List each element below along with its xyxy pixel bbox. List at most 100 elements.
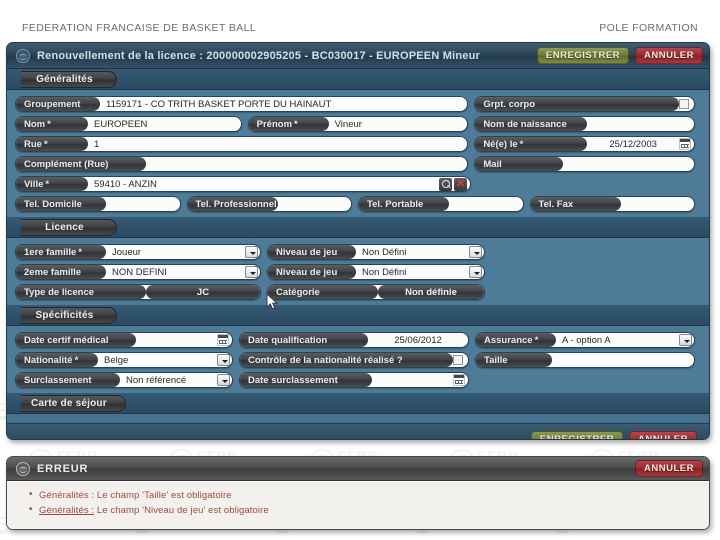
field-assurance[interactable]: Assurance * A - option A: [475, 332, 695, 348]
label-nationalite: Nationalité *: [16, 353, 98, 367]
field-famille2[interactable]: 2eme famille NON DEFINI: [15, 264, 261, 280]
calendar-icon[interactable]: [679, 138, 691, 150]
field-tel-fax[interactable]: Tel. Fax: [529, 196, 695, 212]
value-complement-rue[interactable]: [146, 157, 468, 171]
value-assurance[interactable]: A - option A: [556, 333, 679, 347]
value-famille2[interactable]: NON DEFINI: [106, 265, 245, 279]
row-complement-mail: Complément (Rue) Mail: [15, 156, 701, 172]
chevron-down-icon[interactable]: [679, 334, 692, 346]
checkbox-grpt-corpo[interactable]: [679, 99, 689, 109]
value-niveau-jeu1[interactable]: Non Défini: [356, 245, 469, 259]
row-surclassement: Surclassement Non référencé Date surclas…: [15, 372, 701, 388]
carte-sejour-empty-panel: [7, 414, 709, 423]
field-rue[interactable]: Rue * 1: [15, 136, 469, 152]
chevron-down-icon[interactable]: [217, 354, 230, 366]
section-header-generalites: Généralités: [7, 69, 709, 90]
chevron-down-icon[interactable]: [245, 266, 258, 278]
value-date-certif-medical[interactable]: [136, 333, 217, 347]
save-button-bottom[interactable]: ENREGISTRER: [530, 430, 624, 439]
field-nationalite[interactable]: Nationalité * Belge: [15, 352, 233, 368]
value-tel-fax[interactable]: [620, 197, 694, 211]
value-nom-naissance[interactable]: [587, 117, 694, 131]
field-controle-nationalite[interactable]: Contrôle de la nationalité réalisé ?: [239, 352, 469, 368]
error-message-list: Généralités : Le champ 'Taille' est obli…: [29, 489, 699, 516]
error-cancel-button[interactable]: ANNULER: [635, 460, 703, 477]
value-date-surclassement[interactable]: [372, 373, 453, 387]
field-niveau-jeu1[interactable]: Niveau de jeu Non Défini: [267, 244, 485, 260]
field-famille1[interactable]: 1ere famille * Joueur: [15, 244, 261, 260]
label-taille: Taille: [476, 353, 552, 367]
error-link[interactable]: Généralités :: [39, 490, 94, 501]
error-window-title: ERREUR: [37, 462, 89, 475]
value-surclassement[interactable]: Non référencé: [120, 373, 217, 387]
value-nationalite[interactable]: Belge: [98, 353, 217, 367]
error-window-titlebar: ERREUR ANNULER: [7, 457, 709, 481]
tab-carte-sejour[interactable]: Carte de séjour: [21, 394, 126, 412]
field-mail[interactable]: Mail: [474, 156, 695, 172]
field-complement-rue[interactable]: Complément (Rue): [15, 156, 469, 172]
value-rue[interactable]: 1: [88, 137, 468, 151]
field-prenom[interactable]: Prénom * Vineur: [247, 116, 469, 132]
value-tel-professionnel[interactable]: [277, 197, 351, 211]
field-type-licence: Type de licence JC: [15, 284, 261, 300]
value-prenom[interactable]: Vineur: [328, 117, 468, 131]
field-surclassement[interactable]: Surclassement Non référencé: [15, 372, 233, 388]
label-nom-naissance: Nom de naissance: [475, 117, 588, 131]
window-title: Renouvellement de la licence : 200000002…: [37, 49, 480, 62]
value-nom[interactable]: EUROPEEN: [88, 117, 241, 131]
chevron-down-icon[interactable]: [469, 246, 482, 258]
checkbox-controle-nationalite[interactable]: [453, 355, 463, 365]
label-grpt-corpo: Grpt. corpo: [475, 97, 679, 111]
value-taille[interactable]: [552, 353, 694, 367]
label-tel-professionnel: Tel. Professionnel: [187, 197, 278, 211]
value-mail[interactable]: [563, 157, 694, 171]
row-nom-prenom: Nom * EUROPEEN Prénom * Vineur Nom de nais…: [15, 116, 701, 132]
cancel-button-bottom[interactable]: ANNULER: [629, 430, 697, 439]
label-famille1: 1ere famille *: [16, 245, 106, 259]
field-taille[interactable]: Taille: [475, 352, 695, 368]
window-body: Généralités Groupement 1159171 - CO TRIT…: [7, 69, 709, 439]
field-date-certif-medical[interactable]: Date certif médical: [15, 332, 233, 348]
field-ville[interactable]: Ville * 59410 - ANZIN ✕: [15, 176, 471, 192]
field-nom-naissance[interactable]: Nom de naissance: [474, 116, 695, 132]
value-ne-le[interactable]: 25/12/2003: [587, 137, 679, 151]
save-button-top[interactable]: ENREGISTRER: [536, 47, 630, 64]
field-date-surclassement[interactable]: Date surclassement: [239, 372, 469, 388]
field-ne-le[interactable]: Né(e) le * 25/12/2003: [474, 136, 695, 152]
calendar-icon[interactable]: [453, 374, 465, 386]
tab-licence[interactable]: Licence: [21, 218, 117, 236]
value-niveau-jeu2[interactable]: Non Défini: [356, 265, 469, 279]
value-ville[interactable]: 59410 - ANZIN: [88, 177, 439, 191]
error-message-item: Généralités : Le champ 'Taille' est obli…: [29, 489, 699, 501]
chevron-down-icon[interactable]: [469, 266, 482, 278]
field-grpt-corpo[interactable]: Grpt. corpo: [474, 96, 695, 112]
chevron-down-icon[interactable]: [217, 374, 230, 386]
label-complement-rue: Complément (Rue): [16, 157, 146, 171]
row-famille2: 2eme famille NON DEFINI Niveau de jeu No…: [15, 264, 701, 280]
error-window-body: Généralités : Le champ 'Taille' est obli…: [7, 481, 709, 529]
error-link[interactable]: Généralités :: [39, 505, 94, 516]
panel-licence: 1ere famille * Joueur Niveau de jeu Non D…: [7, 238, 709, 305]
chevron-down-icon[interactable]: [245, 246, 258, 258]
row-groupement: Groupement 1159171 - CO TRITH BASKET POR…: [15, 96, 701, 112]
tab-specificites[interactable]: Spécificités: [21, 306, 117, 324]
field-nom[interactable]: Nom * EUROPEEN: [15, 116, 242, 132]
pole-formation-title: POLE FORMATION: [599, 22, 698, 34]
calendar-icon[interactable]: [217, 334, 229, 346]
value-tel-domicile[interactable]: [106, 197, 180, 211]
clear-icon[interactable]: ✕: [454, 177, 467, 191]
cancel-button-top[interactable]: ANNULER: [635, 47, 703, 64]
field-groupement[interactable]: Groupement 1159171 - CO TRITH BASKET POR…: [15, 96, 469, 112]
field-niveau-jeu2[interactable]: Niveau de jeu Non Défini: [267, 264, 485, 280]
field-tel-portable[interactable]: Tel. Portable: [358, 196, 524, 212]
ffbb-logo-icon: [16, 48, 30, 63]
search-icon[interactable]: [439, 177, 452, 191]
value-famille1[interactable]: Joueur: [106, 245, 245, 259]
value-tel-portable[interactable]: [449, 197, 523, 211]
window-titlebar: Renouvellement de la licence : 200000002…: [7, 43, 709, 69]
field-tel-professionnel[interactable]: Tel. Professionnel: [186, 196, 352, 212]
label-assurance: Assurance *: [476, 333, 556, 347]
tab-generalites[interactable]: Généralités: [21, 70, 117, 88]
row-type-licence: Type de licence JC Catégorie Non définie: [15, 284, 701, 300]
field-tel-domicile[interactable]: Tel. Domicile: [15, 196, 181, 212]
